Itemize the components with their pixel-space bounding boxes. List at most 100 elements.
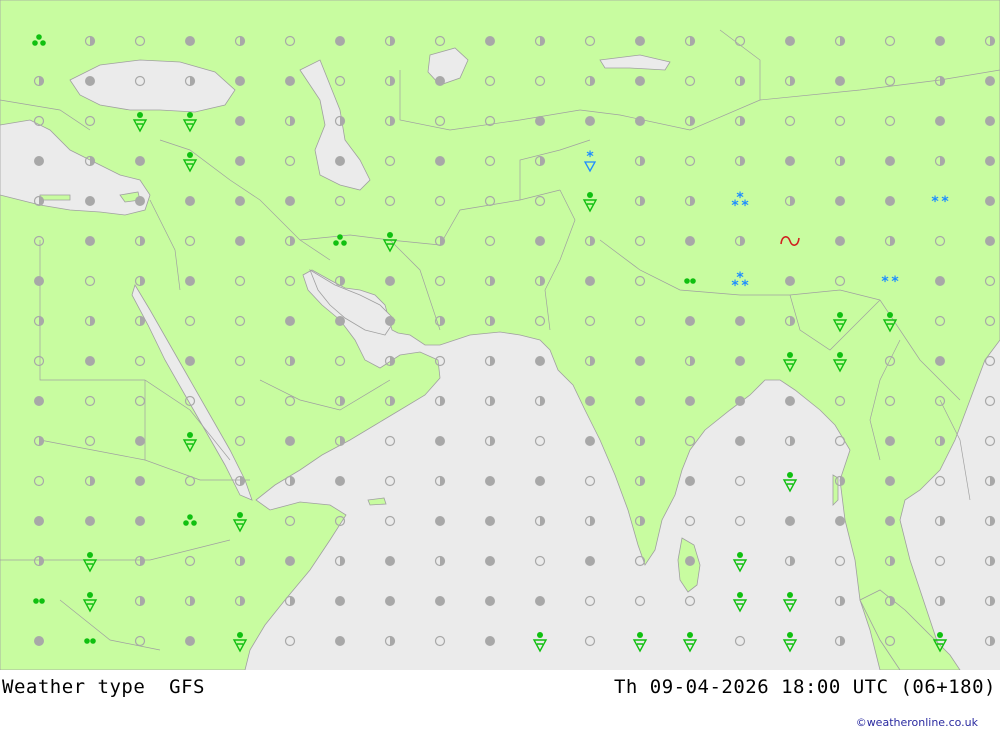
svg-text:*: * — [881, 274, 889, 290]
weather-symbol-overcast — [935, 356, 945, 366]
weather-symbol-overcast — [385, 556, 395, 566]
weather-symbol-overcast — [34, 276, 44, 286]
weather-symbol-overcast — [285, 436, 295, 446]
weather-symbol-overcast — [34, 636, 44, 646]
weather-symbol-overcast — [585, 116, 595, 126]
weather-symbol-overcast — [735, 396, 745, 406]
weather-symbol-overcast — [785, 516, 795, 526]
weather-symbol-overcast — [385, 596, 395, 606]
weather-symbol-overcast — [585, 556, 595, 566]
weather-symbol-overcast — [34, 156, 44, 166]
weather-symbol-overcast — [585, 276, 595, 286]
map-title: Weather type GFS — [2, 676, 205, 698]
weather-symbol-overcast — [635, 116, 645, 126]
credit-link[interactable]: ©weatheronline.co.uk — [856, 716, 978, 729]
weather-symbol-overcast — [585, 396, 595, 406]
svg-text:*: * — [891, 274, 899, 290]
weather-symbol-overcast — [635, 76, 645, 86]
weather-symbol-overcast — [285, 76, 295, 86]
weather-symbol-overcast — [485, 596, 495, 606]
weather-symbol-overcast — [685, 556, 695, 566]
weather-symbol-overcast — [335, 476, 345, 486]
weather-symbol-overcast — [135, 516, 145, 526]
weather-symbol-overcast — [235, 156, 245, 166]
weather-symbol-overcast — [835, 76, 845, 86]
weather-symbol-overcast — [235, 76, 245, 86]
weather-symbol-overcast — [185, 636, 195, 646]
weather-symbol-overcast — [935, 116, 945, 126]
weather-symbol-overcast — [635, 396, 645, 406]
weather-symbol-overcast — [685, 476, 695, 486]
weather-symbol-overcast — [785, 276, 795, 286]
weather-symbol-overcast — [185, 36, 195, 46]
weather-symbol-overcast — [535, 116, 545, 126]
weather-symbol-overcast — [985, 76, 995, 86]
weather-symbol-overcast — [685, 396, 695, 406]
weather-symbol-overcast — [285, 316, 295, 326]
weather-symbol-overcast — [435, 156, 445, 166]
weather-symbol-overcast — [335, 636, 345, 646]
weather-symbol-overcast — [835, 236, 845, 246]
weather-symbol-overcast — [885, 436, 895, 446]
weather-symbol-overcast — [735, 316, 745, 326]
weather-symbol-overcast — [335, 596, 345, 606]
weather-symbol-overcast — [185, 356, 195, 366]
weather-symbol-overcast — [685, 236, 695, 246]
weather-symbol-overcast — [34, 396, 44, 406]
weather-symbol-overcast — [85, 196, 95, 206]
weather-symbol-overcast — [385, 276, 395, 286]
weather-symbol-overcast — [85, 356, 95, 366]
weather-symbol-overcast — [935, 36, 945, 46]
weather-symbol-overcast — [835, 196, 845, 206]
weather-symbol-overcast — [135, 476, 145, 486]
weather-symbol-overcast — [335, 156, 345, 166]
weather-symbol-overcast — [885, 476, 895, 486]
weather-symbol-overcast — [985, 116, 995, 126]
weather-symbol-overcast — [85, 76, 95, 86]
weather-symbol-overcast — [535, 356, 545, 366]
weather-symbol-overcast — [135, 156, 145, 166]
weather-symbol-overcast — [285, 556, 295, 566]
weather-symbol-overcast — [985, 156, 995, 166]
weather-symbol-overcast — [485, 36, 495, 46]
weather-symbol-overcast — [235, 236, 245, 246]
weather-symbol-overcast — [785, 156, 795, 166]
svg-text:*: * — [941, 194, 949, 210]
weather-symbol-overcast — [235, 116, 245, 126]
weather-symbol-overcast — [85, 236, 95, 246]
weather-symbol-overcast — [985, 196, 995, 206]
weather-symbol-overcast — [435, 436, 445, 446]
weather-symbol-overcast — [385, 316, 395, 326]
weather-symbol-overcast — [435, 516, 445, 526]
weather-symbol-overcast — [135, 436, 145, 446]
weather-symbol-overcast — [435, 596, 445, 606]
weather-symbol-overcast — [735, 356, 745, 366]
weather-symbol-overcast — [285, 196, 295, 206]
svg-text:*: * — [931, 194, 939, 210]
weather-symbol-overcast — [34, 516, 44, 526]
crete — [39, 194, 71, 201]
map-valid-time: Th 09-04-2026 18:00 UTC (06+180) — [613, 676, 996, 698]
weather-symbol-overcast — [985, 236, 995, 246]
weather-symbol-overcast — [785, 36, 795, 46]
weather-symbol-overcast — [435, 76, 445, 86]
weather-symbol-overcast — [535, 596, 545, 606]
weather-symbol-overcast — [485, 516, 495, 526]
weather-symbol-overcast — [635, 36, 645, 46]
weather-map: *** * * *** * * * — [0, 0, 1000, 670]
svg-text:*: * — [741, 278, 749, 294]
svg-text:*: * — [731, 278, 739, 294]
weather-symbol-overcast — [885, 196, 895, 206]
weather-symbol-overcast — [485, 476, 495, 486]
svg-text:*: * — [731, 198, 739, 214]
weather-symbol-overcast — [335, 36, 345, 46]
weather-symbol-overcast — [735, 436, 745, 446]
weather-symbol-overcast — [885, 156, 895, 166]
weather-symbol-overcast — [585, 436, 595, 446]
weather-symbol-overcast — [535, 236, 545, 246]
weather-symbol-overcast — [635, 356, 645, 366]
weather-symbol-overcast — [785, 396, 795, 406]
weather-symbol-overcast — [485, 636, 495, 646]
weather-symbol-overcast — [485, 556, 495, 566]
weather-symbol-overcast — [85, 516, 95, 526]
